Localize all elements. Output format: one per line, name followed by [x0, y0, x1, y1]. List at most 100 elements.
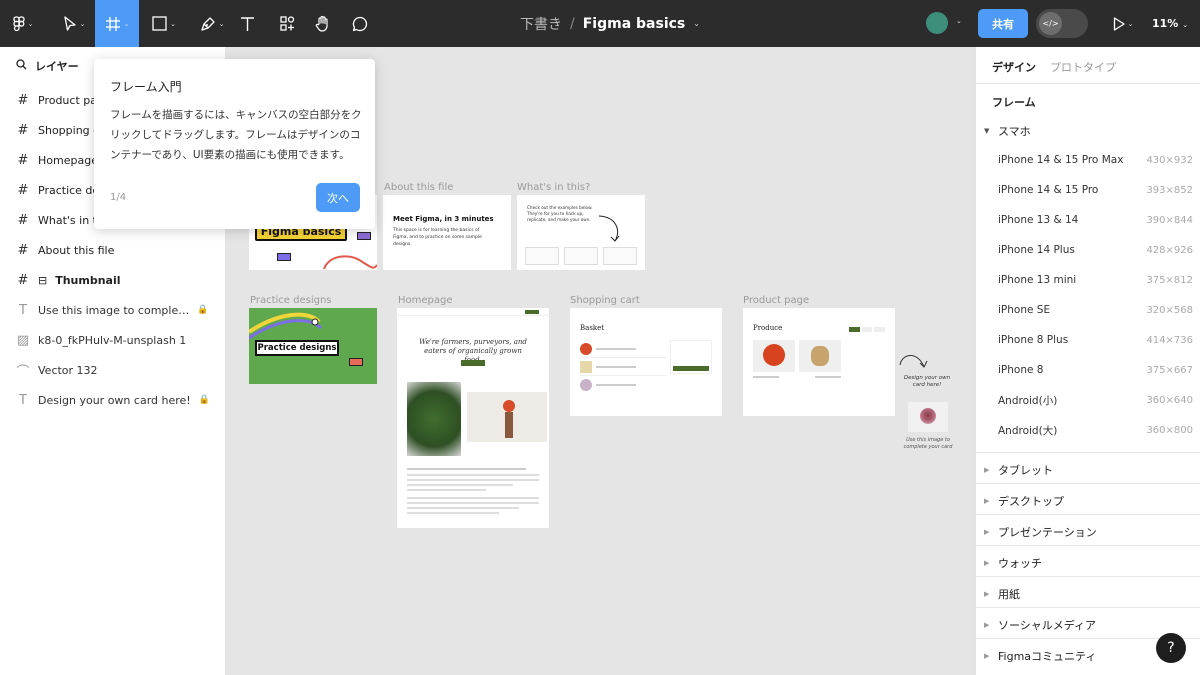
- practice-frame[interactable]: Practice designs: [249, 308, 377, 384]
- group-presentation[interactable]: ▶ プレゼンテーション: [984, 524, 1097, 540]
- device-name: iPhone 14 & 15 Pro: [998, 184, 1099, 196]
- comment-tool-button[interactable]: [349, 0, 371, 47]
- vector-layer-icon: ⌒: [16, 364, 30, 380]
- breadcrumb-separator: /: [570, 15, 575, 32]
- group-phone[interactable]: ▼ スマホ: [984, 123, 1031, 139]
- product-frame[interactable]: Produce: [743, 308, 895, 416]
- homepage-frame[interactable]: We're farmers, purveyors, and eaters of …: [397, 308, 549, 528]
- zoom-level[interactable]: 11% ⌄: [1152, 17, 1188, 30]
- group-watch[interactable]: ▶ ウォッチ: [984, 555, 1042, 571]
- onion-image[interactable]: [908, 402, 948, 432]
- about-body: This space is for learning the basics of…: [393, 228, 482, 247]
- about-frame[interactable]: Meet Figma, in 3 minutes This space is f…: [383, 195, 511, 270]
- group-paper[interactable]: ▶ 用紙: [984, 586, 1020, 602]
- resources-tool-button[interactable]: [276, 0, 298, 47]
- chevron-down-icon: ⌄: [1127, 19, 1134, 28]
- draft-label[interactable]: 下書き: [520, 14, 562, 34]
- card-note[interactable]: Design your own card here!: [898, 375, 956, 389]
- file-name[interactable]: Figma basics: [583, 16, 686, 32]
- frame-label-whats-in[interactable]: What's in this?: [517, 182, 590, 193]
- frame-label-about[interactable]: About this file: [384, 182, 453, 193]
- chevron-down-icon[interactable]: ⌄: [956, 17, 962, 25]
- group-desktop[interactable]: ▶ デスクトップ: [984, 493, 1064, 509]
- lock-icon[interactable]: 🔒: [197, 305, 208, 315]
- cart-frame[interactable]: Basket: [570, 308, 722, 416]
- image-note[interactable]: Use this image to complete your card: [902, 437, 954, 450]
- file-title[interactable]: 下書き / Figma basics ⌄: [520, 0, 700, 47]
- device-preset[interactable]: iPhone 8 Plus 414×736: [976, 325, 1200, 355]
- triangle-right-icon: ▶: [984, 621, 990, 629]
- group-figma-community[interactable]: ▶ Figmaコミュニティ: [984, 648, 1096, 664]
- group-label: デスクトップ: [998, 495, 1064, 508]
- layer-item-thumbnail[interactable]: # ⊟ Thumbnail: [0, 265, 226, 295]
- device-name: Android(大): [998, 424, 1058, 437]
- radish-image: [467, 392, 547, 442]
- whats-in-frame[interactable]: Check out the examples below. They're fo…: [517, 195, 645, 270]
- device-preset[interactable]: iPhone 13 mini 375×812: [976, 265, 1200, 295]
- pen-icon: [200, 16, 215, 31]
- layer-item-text[interactable]: T Use this image to comple… 🔒: [0, 295, 226, 325]
- device-preset[interactable]: Android(小) 360×640: [976, 385, 1200, 415]
- group-label: ソーシャルメディア: [998, 619, 1097, 632]
- frame-hash-icon: [105, 16, 120, 31]
- layer-item-about-this-file[interactable]: # About this file: [0, 235, 226, 265]
- device-size: 393×852: [1146, 184, 1193, 196]
- layer-item-vector[interactable]: ⌒ Vector 132: [0, 355, 226, 385]
- device-preset[interactable]: iPhone 14 & 15 Pro Max 430×932: [976, 145, 1200, 175]
- pen-tool-button[interactable]: ⌄: [192, 0, 232, 47]
- product-title: Produce: [753, 324, 783, 332]
- chevron-down-icon[interactable]: ⌄: [693, 19, 700, 28]
- purple-tag: [357, 232, 371, 240]
- layer-label: Thumbnail: [55, 273, 121, 287]
- help-button[interactable]: ?: [1156, 633, 1186, 663]
- search-icon[interactable]: [16, 59, 27, 73]
- product-captions: [753, 376, 841, 384]
- layers-header[interactable]: レイヤー: [16, 58, 79, 74]
- shape-tool-button[interactable]: ⌄: [144, 0, 184, 47]
- group-tablet[interactable]: ▶ タブレット: [984, 462, 1053, 478]
- device-preset[interactable]: iPhone 14 & 15 Pro 393×852: [976, 175, 1200, 205]
- present-button[interactable]: ⌄: [1108, 0, 1138, 47]
- tab-design[interactable]: デザイン: [992, 59, 1036, 75]
- play-icon: [1113, 16, 1125, 31]
- next-button[interactable]: 次へ: [316, 183, 360, 212]
- practice-title: Practice designs: [255, 340, 339, 356]
- tab-prototype[interactable]: プロトタイプ: [1050, 59, 1116, 75]
- scribble-decoration: [323, 255, 377, 270]
- device-preset[interactable]: Android(大) 360×800: [976, 415, 1200, 445]
- main-menu-button[interactable]: ⌄: [0, 0, 46, 47]
- move-tool-button[interactable]: ⌄: [54, 0, 94, 47]
- device-preset[interactable]: iPhone 13 & 14 390×844: [976, 205, 1200, 235]
- ginger-image: [799, 340, 841, 372]
- hand-tool-button[interactable]: [312, 0, 334, 47]
- frame-label-homepage[interactable]: Homepage: [398, 295, 453, 306]
- frame-label-cart[interactable]: Shopping cart: [570, 295, 640, 306]
- frame-label-product[interactable]: Product page: [743, 295, 809, 306]
- triangle-right-icon: ▶: [984, 528, 990, 536]
- frame-label-practice[interactable]: Practice designs: [250, 295, 332, 306]
- device-preset[interactable]: iPhone 8 375×667: [976, 355, 1200, 385]
- divider: [976, 452, 1200, 453]
- tomato-image: [753, 340, 795, 372]
- device-preset[interactable]: iPhone 14 Plus 428×926: [976, 235, 1200, 265]
- layer-label: Vector 132: [38, 363, 98, 377]
- device-size: 360×640: [1146, 394, 1193, 406]
- group-label: Figmaコミュニティ: [998, 650, 1097, 663]
- layer-item-image[interactable]: ▨ k8-0_fkPHulv-M-unsplash 1: [0, 325, 226, 355]
- layer-item-text[interactable]: T Design your own card here! 🔒: [0, 385, 226, 415]
- lock-icon[interactable]: 🔒: [199, 395, 210, 405]
- avatar[interactable]: [926, 12, 948, 34]
- triangle-right-icon: ▶: [984, 590, 990, 598]
- popover-step-counter: 1/4: [110, 192, 127, 203]
- share-button[interactable]: 共有: [978, 9, 1028, 38]
- triangle-right-icon: ▶: [984, 652, 990, 660]
- text-tool-button[interactable]: [236, 0, 258, 47]
- device-preset[interactable]: iPhone SE 320×568: [976, 295, 1200, 325]
- group-social-media[interactable]: ▶ ソーシャルメディア: [984, 617, 1096, 633]
- dev-mode-toggle[interactable]: </>: [1036, 9, 1088, 38]
- device-size: 390×844: [1146, 214, 1193, 226]
- triangle-right-icon: ▶: [984, 497, 990, 505]
- device-name: iPhone 14 & 15 Pro Max: [998, 154, 1124, 166]
- homepage-cta: [461, 360, 485, 366]
- frame-tool-button[interactable]: ⌄: [95, 0, 139, 47]
